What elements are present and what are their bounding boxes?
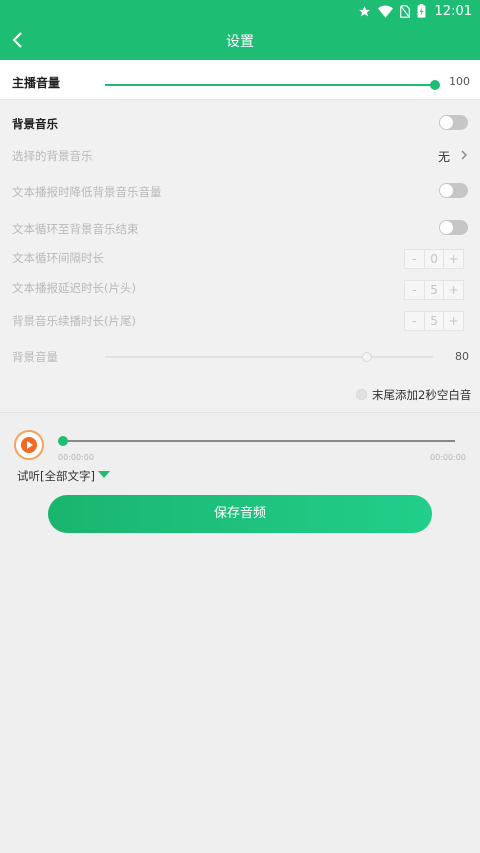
decrement-button[interactable]: -: [405, 250, 425, 268]
stepper-value[interactable]: 5: [425, 312, 445, 330]
no-sim-icon: [399, 4, 410, 18]
loop-text-toggle[interactable]: [439, 220, 468, 235]
decrement-button[interactable]: -: [405, 281, 425, 299]
bg-music-label: 背景音乐: [12, 117, 58, 131]
tail-silence-label[interactable]: 末尾添加2秒空白音: [372, 387, 471, 403]
select-bg-music-label: 选择的背景音乐: [12, 149, 93, 163]
tail-silence-checkbox[interactable]: [356, 389, 367, 400]
play-button[interactable]: [14, 430, 44, 460]
total-time: 00:00:00: [430, 453, 466, 462]
bg-continue-label: 背景音乐续播时长(片尾): [12, 314, 136, 328]
play-icon: [21, 437, 37, 453]
stepper-value[interactable]: 0: [425, 250, 445, 268]
decrement-button[interactable]: -: [405, 312, 425, 330]
stepper-value[interactable]: 5: [425, 281, 445, 299]
preview-scope-label[interactable]: 试听[全部文字]: [17, 468, 95, 484]
host-volume-slider[interactable]: [105, 84, 435, 86]
bg-volume-value: 80: [455, 350, 469, 363]
host-volume-thumb[interactable]: [430, 80, 440, 90]
star-icon: [358, 5, 370, 16]
status-bar: 12:01: [0, 0, 480, 22]
wifi-icon: [377, 5, 393, 18]
toggle-knob: [440, 184, 453, 197]
current-time: 00:00:00: [58, 453, 94, 462]
loop-interval-label: 文本循环间隔时长: [12, 251, 104, 265]
increment-button[interactable]: +: [444, 312, 463, 330]
bg-volume-label: 背景音量: [12, 350, 58, 364]
playback-thumb[interactable]: [58, 436, 68, 446]
host-volume-label: 主播音量: [12, 76, 61, 90]
chevron-right-icon[interactable]: [459, 149, 469, 161]
lower-bg-volume-toggle[interactable]: [439, 183, 468, 198]
caret-down-icon[interactable]: [98, 471, 110, 478]
host-volume-row: 主播音量 100: [0, 60, 480, 100]
select-bg-music-value[interactable]: 无: [438, 148, 450, 165]
loop-text-label: 文本循环至背景音乐结束: [12, 222, 139, 236]
host-volume-value: 100: [449, 75, 470, 88]
increment-button[interactable]: +: [444, 250, 463, 268]
clock: 12:01: [434, 3, 472, 19]
status-icons: 12:01: [358, 2, 472, 20]
report-delay-stepper: - 5 +: [404, 280, 464, 300]
app-bar: 设置: [0, 22, 480, 60]
toggle-knob: [440, 221, 453, 234]
loop-interval-stepper: - 0 +: [404, 249, 464, 269]
save-audio-button[interactable]: 保存音频: [48, 495, 432, 533]
bg-continue-stepper: - 5 +: [404, 311, 464, 331]
increment-button[interactable]: +: [444, 281, 463, 299]
toggle-knob: [440, 116, 453, 129]
playback-progress[interactable]: [63, 440, 455, 442]
battery-charging-icon: [417, 4, 425, 18]
bg-music-toggle[interactable]: [439, 115, 468, 130]
report-delay-label: 文本播报延迟时长(片头): [12, 281, 136, 295]
lower-bg-volume-label: 文本播报时降低背景音乐音量: [12, 185, 162, 199]
page-title: 设置: [226, 34, 254, 50]
bg-volume-slider[interactable]: [105, 356, 433, 358]
